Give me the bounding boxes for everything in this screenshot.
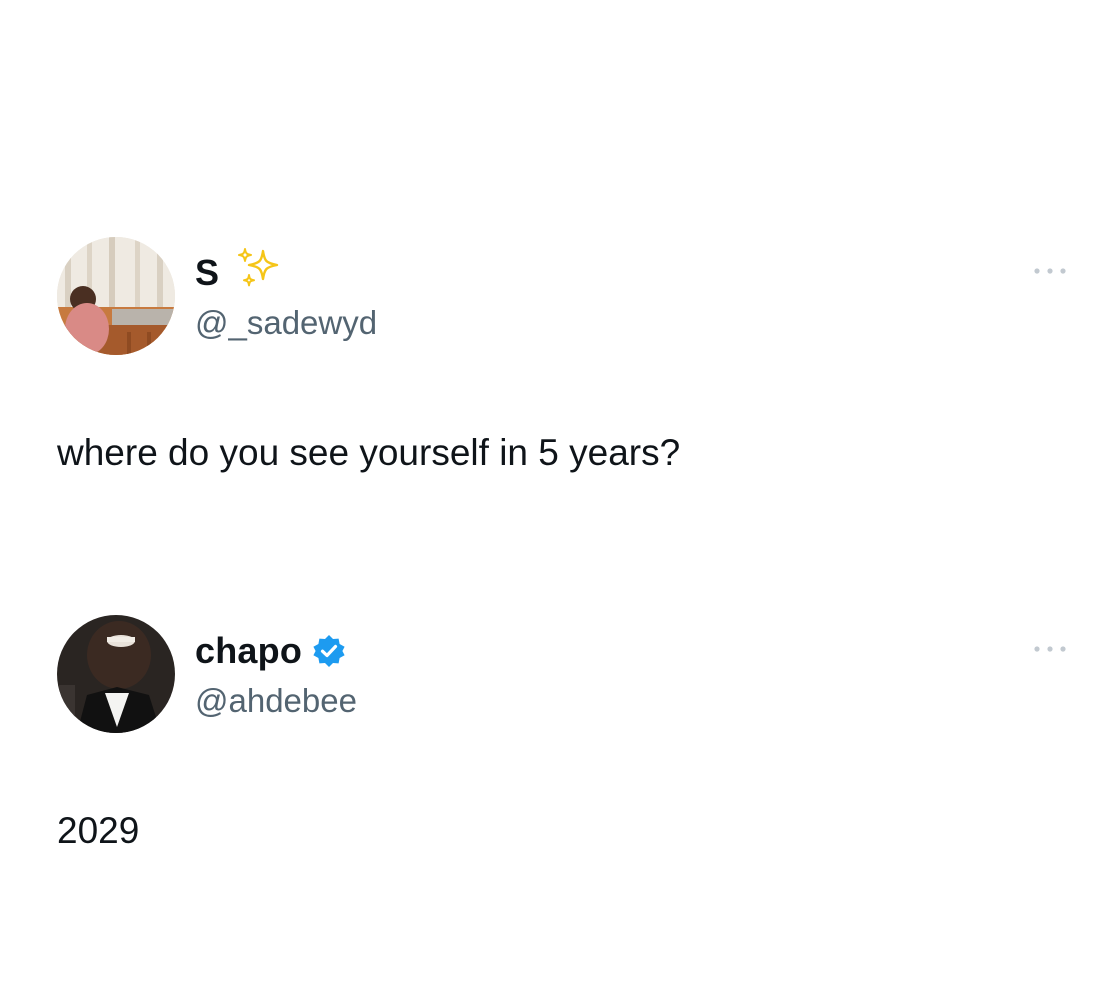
tweet-text: 2029	[57, 810, 140, 851]
avatar[interactable]	[57, 237, 175, 355]
verified-badge-icon	[313, 635, 345, 667]
handle[interactable]: @_sadewyd	[195, 303, 377, 343]
more-options-button[interactable]	[1028, 635, 1072, 663]
avatar[interactable]	[57, 615, 175, 733]
handle[interactable]: @ahdebee	[195, 681, 357, 721]
tweet-text: where do you see yourself in 5 years?	[57, 432, 681, 473]
avatar-photo	[57, 237, 175, 355]
avatar-photo	[57, 615, 175, 733]
display-name-text: chapo	[195, 630, 303, 671]
more-options-button[interactable]	[1028, 257, 1072, 285]
display-name-text: S	[195, 252, 220, 293]
display-name[interactable]: chapo	[195, 629, 346, 673]
more-options-icon	[1034, 646, 1066, 652]
display-name[interactable]: S	[195, 248, 281, 295]
more-options-icon	[1034, 268, 1066, 274]
sparkles-icon	[238, 248, 279, 287]
